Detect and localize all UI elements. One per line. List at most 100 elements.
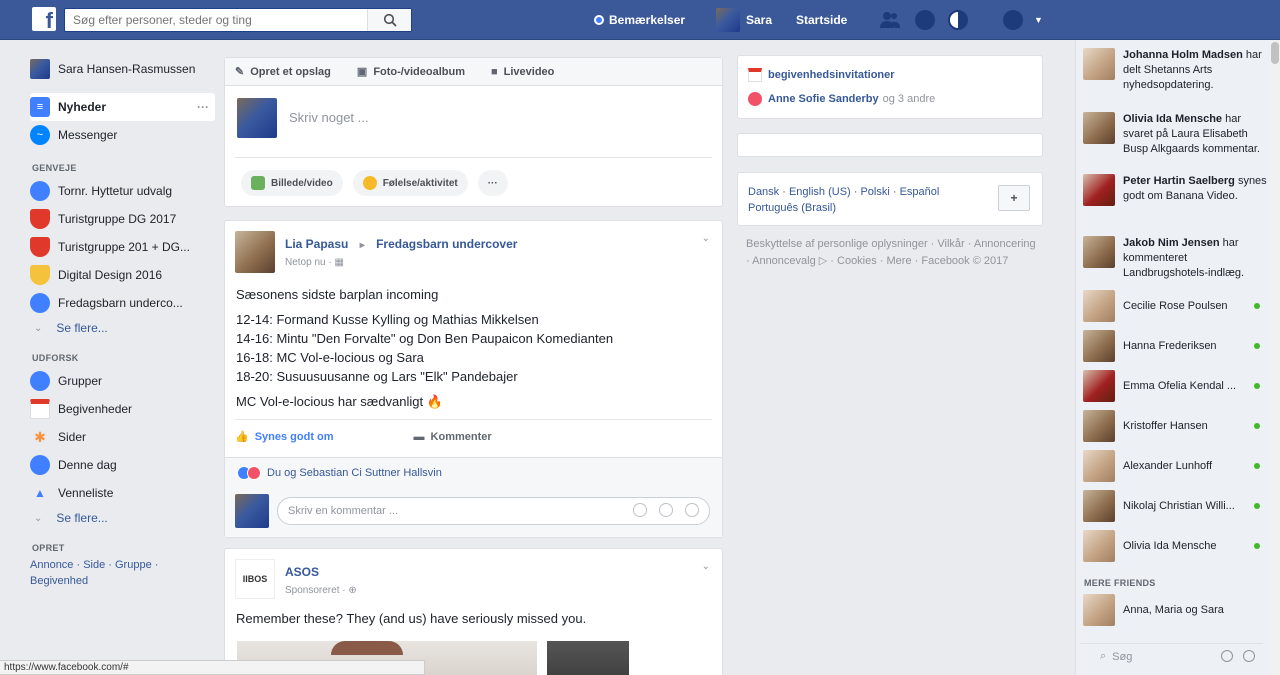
birthday-person[interactable]: Anne Sofie Sanderby	[768, 93, 879, 105]
post-line: Sæsonens sidste barplan incoming	[236, 287, 439, 302]
ad-image[interactable]	[547, 641, 629, 675]
sidebar-item-news-feed[interactable]: ≡ Nyheder ···	[30, 93, 215, 121]
post-line: 12-14: Formand Kusse Kylling og Mathias …	[236, 312, 539, 327]
post-meta: Netop nu · ▦	[285, 257, 344, 268]
sidebar-profile-name: Sara Hansen-Rasmussen	[58, 62, 196, 76]
contact-name: Alexander Lunhoff	[1123, 460, 1213, 472]
tab-create-post[interactable]: ✎ Opret et opslag	[235, 65, 331, 79]
post-author[interactable]: ASOS	[285, 565, 357, 579]
gif-icon[interactable]	[685, 502, 699, 517]
account-menu-button[interactable]: ▼	[1034, 0, 1043, 40]
chat-contact[interactable]: Hanna Frederiksen	[1076, 330, 1270, 370]
create-links[interactable]: Annonce · Side · Gruppe · Begivenhed	[30, 557, 180, 589]
chat-contact[interactable]: Alexander Lunhoff	[1076, 450, 1270, 490]
emoji-icon[interactable]	[633, 502, 647, 517]
tab-photo-album[interactable]: ▣ Foto-/videoalbum	[357, 65, 465, 79]
comment-button[interactable]: ▬ Kommenter	[414, 431, 532, 443]
chat-group[interactable]: Anna, Maria og Sara	[1076, 594, 1270, 630]
contact-name: Olivia Ida Mensche	[1123, 540, 1217, 552]
home-link[interactable]: Startside	[796, 0, 847, 40]
sidebar-item-on-this-day[interactable]: Denne dag	[30, 451, 215, 479]
comment-input[interactable]: Skriv en kommentar ...	[277, 497, 710, 525]
post-timestamp[interactable]: Netop nu	[285, 257, 326, 268]
sidebar-item-pages[interactable]: ✱ Sider	[30, 423, 215, 451]
avatar	[1083, 112, 1115, 144]
facebook-logo[interactable]: f	[32, 7, 56, 31]
search-icon: ⌕	[1100, 650, 1107, 662]
notification-toggle[interactable]: Bemærkelser	[594, 0, 685, 40]
chat-contact[interactable]: Kristoffer Hansen	[1076, 410, 1270, 450]
event-invites-link[interactable]: begivenhedsinvitationer	[768, 69, 895, 81]
ticker-text: Olivia Ida Mensche har svaret på Laura E…	[1123, 112, 1270, 157]
sidebar-item-group[interactable]: Turistgruppe 201 + DG...	[30, 233, 215, 261]
feeling-activity-button[interactable]: Følelse/aktivitet	[352, 170, 468, 196]
event-invites-row[interactable]: begivenhedsinvitationer	[748, 68, 895, 82]
ticker-item[interactable]: Jakob Nim Jensen har kommenteret Landbru…	[1076, 236, 1270, 290]
composer-body[interactable]: Skriv noget ...	[235, 86, 712, 158]
chat-contact[interactable]: Nikolaj Christian Willi...	[1076, 490, 1270, 530]
ticker-item[interactable]: Peter Hartin Saelberg synes godt om Bana…	[1076, 174, 1270, 236]
scrollbar[interactable]	[1270, 40, 1280, 675]
language-card: Dansk · English (US) · Polski · Español …	[737, 172, 1043, 226]
photo-video-button[interactable]: Billede/video	[241, 170, 343, 196]
flag-icon: ✱	[34, 428, 46, 445]
see-more-link[interactable]: ⌄ Se flere...	[30, 507, 215, 529]
chevron-down-icon[interactable]: ⌄	[702, 561, 710, 572]
reactions-line[interactable]: Du og Sebastian Ci Suttner Hallsvin	[237, 466, 442, 480]
sidebar-item-groups[interactable]: Grupper	[30, 367, 215, 395]
chat-search[interactable]: ⌕ Søg	[1080, 643, 1263, 669]
post-author[interactable]: Lia Papasu	[285, 237, 348, 251]
sidebar-item-group[interactable]: Digital Design 2016	[30, 261, 215, 289]
sidebar-item-group[interactable]: Tornr. Hyttetur udvalg	[30, 177, 215, 205]
button-label: ···	[487, 177, 498, 189]
messages-button[interactable]	[915, 0, 935, 40]
chevron-down-icon[interactable]: ⌄	[702, 233, 710, 244]
sidebar-item-events[interactable]: Begivenheder	[30, 395, 215, 423]
ticker-item[interactable]: Olivia Ida Mensche har svaret på Laura E…	[1076, 112, 1270, 174]
search-button[interactable]	[367, 9, 411, 31]
sidebar-profile[interactable]: Sara Hansen-Rasmussen	[30, 55, 215, 83]
post-header: IIBOS ASOS Sponsoreret · ⊕	[235, 559, 357, 599]
footer-links[interactable]: Beskyttelse af personlige oplysninger · …	[746, 236, 1036, 270]
search-box[interactable]	[64, 8, 412, 32]
sidebar-item-group[interactable]: Turistgruppe DG 2017	[30, 205, 215, 233]
avatar	[1083, 450, 1115, 482]
contact-name: Cecilie Rose Poulsen	[1123, 300, 1228, 312]
post-group[interactable]: Fredagsbarn undercover	[376, 237, 517, 251]
chat-contact[interactable]: Cecilie Rose Poulsen	[1076, 290, 1270, 330]
scrollbar-thumb[interactable]	[1271, 42, 1279, 64]
language-list-more[interactable]: Português (Brasil)	[748, 200, 978, 216]
tab-live-video[interactable]: ■ Livevideo	[491, 66, 554, 78]
settings-icon[interactable]	[1243, 650, 1255, 662]
notifications-button[interactable]	[948, 0, 968, 40]
sidebar-item-group[interactable]: Fredagsbarn underco...	[30, 289, 215, 317]
see-more-link[interactable]: ⌄ Se flere...	[30, 317, 215, 339]
new-message-icon[interactable]	[1221, 650, 1233, 662]
avatar	[1083, 490, 1115, 522]
profile-link[interactable]: Sara	[716, 0, 772, 40]
more-options-icon[interactable]: ···	[197, 100, 209, 114]
advertiser-logo[interactable]: IIBOS	[235, 559, 275, 599]
help-button[interactable]	[1003, 0, 1023, 40]
add-language-button[interactable]: +	[998, 185, 1030, 211]
avatar	[1083, 530, 1115, 562]
composer-input[interactable]: Skriv noget ...	[289, 110, 368, 125]
camera-icon[interactable]	[659, 502, 673, 517]
like-button[interactable]: 👍 Synes godt om	[235, 430, 374, 444]
chat-contact[interactable]: Emma Ofelia Kendal ...	[1076, 370, 1270, 410]
birthday-row[interactable]: Anne Sofie Sanderby og 3 andre	[748, 92, 935, 106]
friend-requests-button[interactable]	[880, 0, 900, 40]
sidebar-item-friend-list[interactable]: ▲ Venneliste	[30, 479, 215, 507]
search-input[interactable]	[65, 9, 365, 31]
create-heading: OPRET	[32, 543, 65, 553]
sidebar-item-messenger[interactable]: ~ Messenger	[30, 121, 215, 149]
chat-contact[interactable]: Olivia Ida Mensche	[1076, 530, 1270, 566]
language-links[interactable]: Dansk · English (US) · Polski · Español …	[748, 184, 978, 216]
ticker-item[interactable]: Johanna Holm Madsen har delt Shetanns Ar…	[1076, 48, 1270, 112]
more-options-button[interactable]: ···	[477, 170, 508, 196]
language-list[interactable]: Dansk · English (US) · Polski · Español	[748, 184, 978, 200]
photo-icon	[251, 176, 265, 190]
post-line: MC Vol-e-locious har sædvanligt 🔥	[236, 394, 443, 409]
avatar[interactable]	[235, 231, 275, 273]
group-icon	[30, 237, 50, 257]
